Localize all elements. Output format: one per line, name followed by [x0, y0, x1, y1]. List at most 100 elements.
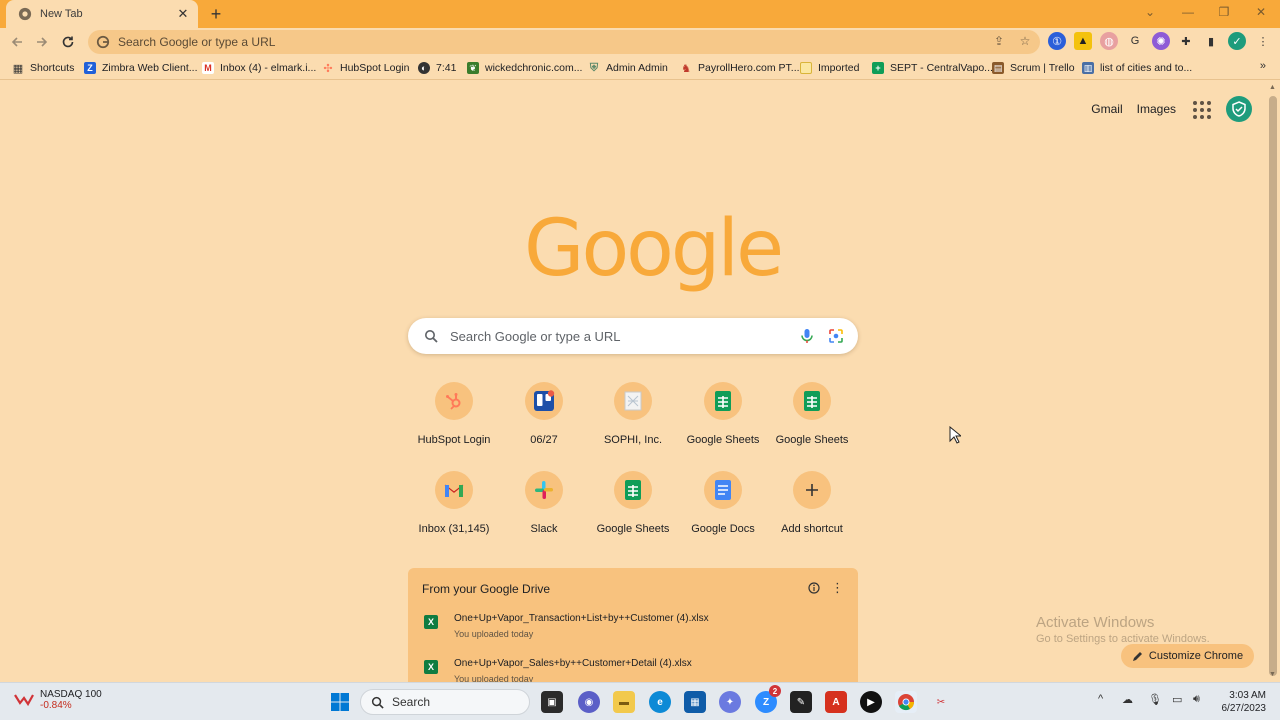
zoom-icon[interactable]: Z 2	[755, 685, 781, 713]
scroll-up-icon[interactable]: ▲	[1269, 84, 1276, 91]
gmail-link[interactable]: Gmail	[1091, 102, 1122, 116]
shortcut-tile[interactable]: Inbox (31,145)	[409, 469, 499, 549]
volume-icon[interactable]: 🔊︎	[1193, 693, 1200, 706]
google-g-icon	[96, 35, 110, 49]
mic-tray-icon[interactable]: 🎙︎	[1148, 693, 1162, 706]
bookmark-label: wickedchronic.com...	[485, 62, 583, 74]
media-player-icon[interactable]: ▶	[860, 691, 882, 713]
bookmark-item[interactable]: M Inbox (4) - elmark.i...	[202, 60, 316, 76]
shortcut-tile[interactable]: HubSpot Login	[409, 380, 499, 460]
onepassword-extension-icon[interactable]: ①	[1048, 32, 1066, 50]
shortcut-tile[interactable]: SOPHI, Inc.	[588, 380, 678, 460]
shortcut-label: Slack	[530, 523, 558, 535]
windows-start-icon[interactable]	[329, 691, 351, 713]
customize-chrome-button[interactable]: Customize Chrome	[1121, 644, 1254, 668]
shield-extension-icon[interactable]: ◍	[1100, 32, 1118, 50]
shortcut-label: Google Sheets	[596, 523, 670, 535]
bookmark-item[interactable]: ⛨ Admin Admin	[588, 60, 668, 76]
bookmark-star-icon[interactable]: ☆	[1016, 32, 1034, 50]
new-tab-button[interactable]: +	[206, 4, 226, 24]
shortcut-icon-circle	[435, 471, 473, 509]
chat-icon[interactable]: ◉	[578, 691, 600, 713]
google-lens-icon[interactable]	[828, 328, 844, 344]
shortcut-tile[interactable]: Google Sheets	[678, 380, 768, 460]
page-scrollbar[interactable]: ▲ ▼	[1266, 82, 1280, 680]
microphone-icon[interactable]	[800, 328, 814, 344]
share-icon[interactable]: ⇪	[990, 32, 1008, 50]
shortcut-tile[interactable]: Slack	[499, 469, 589, 549]
google-apps-icon[interactable]	[1190, 98, 1212, 120]
bookmark-item[interactable]: Imported	[800, 60, 859, 76]
chrome-taskbar-icon[interactable]	[895, 691, 917, 713]
minimize-button[interactable]: —	[1170, 0, 1206, 24]
bookmark-item[interactable]: ❦ wickedchronic.com...	[467, 60, 582, 76]
scroll-down-icon[interactable]: ▼	[1269, 671, 1276, 678]
drive-file-name: One+Up+Vapor_Transaction+List+by++Custom…	[454, 613, 709, 624]
drive-file-name: One+Up+Vapor_Sales+by++Customer+Detail (…	[454, 658, 692, 669]
shortcut-tile[interactable]: Google Docs	[678, 469, 768, 549]
bookmark-item[interactable]: ♞ PayrollHero.com PT...	[680, 60, 799, 76]
taskbar-search[interactable]: Search	[360, 689, 530, 715]
shortcut-label: Inbox (31,145)	[418, 523, 490, 535]
bookmark-item[interactable]: ▦ Shortcuts	[12, 60, 75, 76]
snipping-tool-icon[interactable]: ✂	[930, 691, 952, 713]
onedrive-icon[interactable]: ☁	[1122, 693, 1133, 706]
edge-icon[interactable]: e	[649, 691, 671, 713]
tray-overflow-icon[interactable]: ^	[1098, 693, 1103, 705]
clock-date: 6/27/2023	[1221, 703, 1267, 714]
notepad-icon[interactable]: ✎	[790, 691, 812, 713]
menu-kebab-icon[interactable]: ⋮	[1254, 32, 1272, 50]
bookmark-item[interactable]: ▤ Scrum | Trello	[992, 60, 1075, 76]
close-tab-icon[interactable]: ✕	[176, 6, 190, 22]
network-icon[interactable]: ▭	[1172, 693, 1182, 706]
bookmark-label: SEPT - CentralVapo...	[890, 62, 993, 74]
bookmark-item[interactable]: ✣ HubSpot Login	[322, 60, 409, 76]
top-links: Gmail Images	[1091, 96, 1252, 122]
tab-search-icon[interactable]: ⌄	[1132, 0, 1168, 24]
close-window-button[interactable]: ✕	[1243, 0, 1279, 24]
bookmark-item[interactable]: ◐ 7:41	[418, 60, 456, 76]
bookmarks-overflow-icon[interactable]: »	[1260, 60, 1266, 72]
add-shortcut-button[interactable]: Add shortcut	[767, 469, 857, 549]
search-placeholder: Search Google or type a URL	[450, 328, 621, 344]
shortcut-tile[interactable]: Google Sheets	[767, 380, 857, 460]
sheets-icon	[625, 480, 641, 500]
info-icon[interactable]	[808, 582, 820, 594]
bookmark-item[interactable]: + SEPT - CentralVapo...	[872, 60, 993, 76]
store-icon[interactable]: ▦	[684, 691, 706, 713]
tab-new-tab[interactable]: New Tab ✕	[6, 0, 198, 28]
maximize-button[interactable]: ❐	[1206, 0, 1242, 24]
reload-button[interactable]	[58, 32, 78, 52]
side-panel-icon[interactable]: ▮	[1202, 32, 1220, 50]
images-link[interactable]: Images	[1137, 102, 1176, 116]
chrome-icon	[18, 7, 32, 21]
shortcut-tile[interactable]: Google Sheets	[588, 469, 678, 549]
drive-menu-icon[interactable]: ⋮	[831, 580, 844, 596]
back-button[interactable]	[7, 32, 27, 52]
address-bar[interactable]: Search Google or type a URL	[88, 30, 1040, 54]
bookmark-item[interactable]: ▥ list of cities and to...	[1082, 60, 1192, 76]
shortcut-label: HubSpot Login	[417, 434, 491, 446]
profile-avatar[interactable]	[1226, 96, 1252, 122]
forward-button[interactable]	[32, 32, 52, 52]
acrobat-icon[interactable]: A	[825, 691, 847, 713]
system-clock[interactable]: 3:03 AM 6/27/2023	[1222, 689, 1267, 715]
scrollbar-thumb[interactable]	[1269, 96, 1277, 676]
warning-extension-icon[interactable]: ▲	[1074, 32, 1092, 50]
task-view-icon[interactable]: ▣	[541, 691, 563, 713]
grid-icon: ▦	[12, 62, 24, 75]
search-icon	[371, 696, 384, 709]
search-box[interactable]: Search Google or type a URL	[408, 318, 858, 354]
bookmark-item[interactable]: Z Zimbra Web Client...	[84, 60, 198, 76]
extensions-puzzle-icon[interactable]: ✚	[1177, 32, 1195, 50]
app-icon[interactable]: ✦	[719, 691, 741, 713]
color-extension-icon[interactable]: ✺	[1152, 32, 1170, 50]
excel-icon: X	[424, 660, 438, 674]
profile-avatar-small[interactable]: ✓	[1228, 32, 1246, 50]
customize-chrome-label: Customize Chrome	[1148, 650, 1244, 662]
stock-widget[interactable]: NASDAQ 100 -0.84%	[14, 689, 102, 711]
shortcut-label: SOPHI, Inc.	[603, 434, 663, 446]
grammarly-extension-icon[interactable]: G	[1126, 32, 1144, 50]
shortcut-tile[interactable]: 06/27	[499, 380, 589, 460]
file-explorer-icon[interactable]: ▬	[613, 691, 635, 713]
